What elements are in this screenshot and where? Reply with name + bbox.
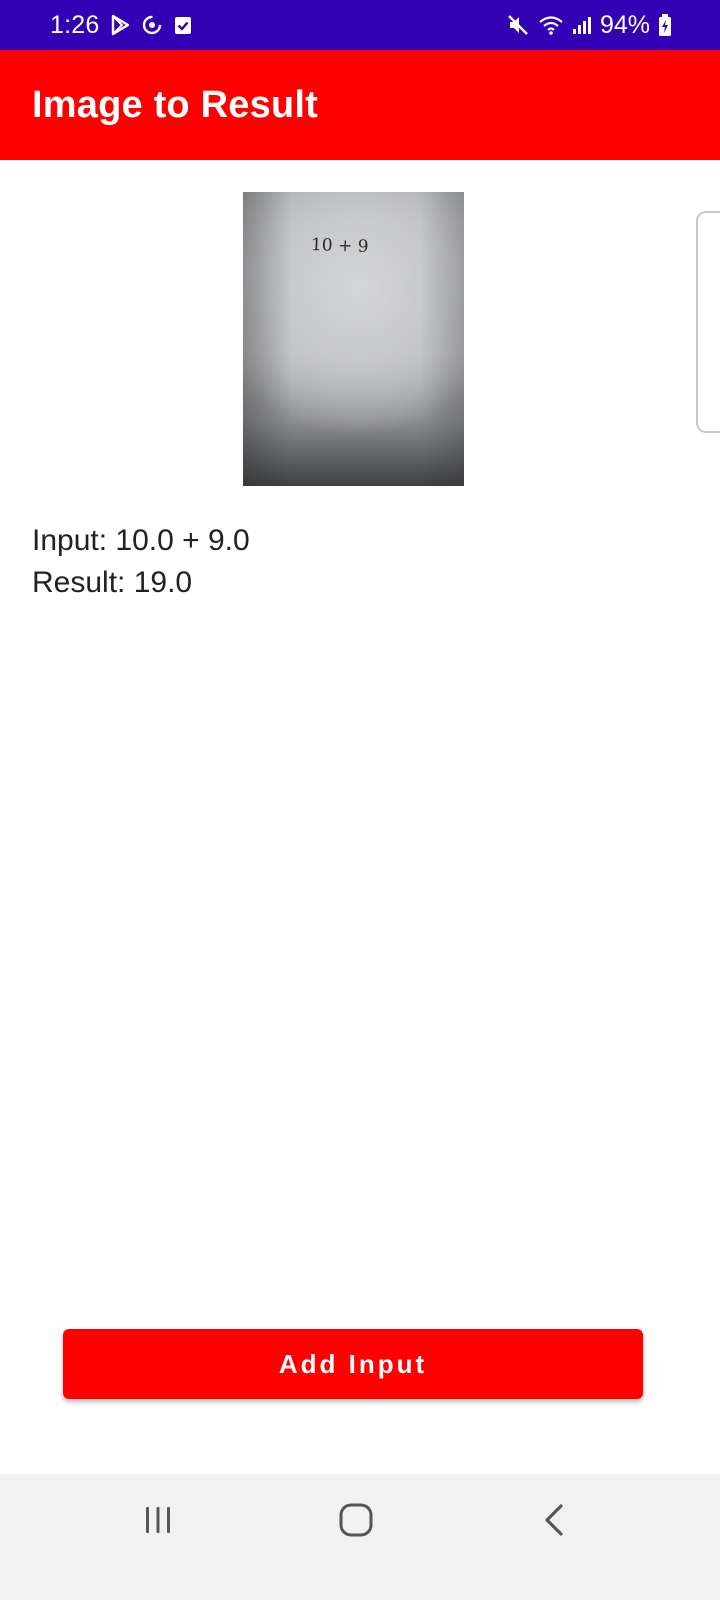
recents-button[interactable] (128, 1502, 188, 1542)
status-left: 1:26 (50, 0, 193, 50)
sync-icon (141, 14, 163, 36)
photo-handwritten-equation: 10 + 9 (310, 235, 369, 257)
home-icon (338, 1502, 374, 1543)
captured-photo: 10 + 9 (243, 192, 464, 486)
app-bar: Image to Result (0, 50, 720, 160)
play-store-icon (111, 14, 131, 36)
back-button[interactable] (524, 1502, 584, 1542)
app-screen: 1:26 94% Image to Result 10 + 9 Input: 1… (0, 0, 720, 1600)
home-button[interactable] (326, 1502, 386, 1542)
status-bar: 1:26 94% (0, 0, 720, 50)
result-block: Input: 10.0 + 9.0 Result: 19.0 (32, 520, 250, 604)
wifi-icon (538, 14, 564, 36)
battery-percent: 94% (599, 10, 650, 39)
status-right: 94% (506, 0, 672, 50)
task-check-icon (173, 14, 193, 36)
input-text: Input: 10.0 + 9.0 (32, 524, 250, 557)
result-text: Result: 19.0 (32, 566, 193, 599)
edge-panel-handle[interactable] (696, 211, 720, 433)
recents-icon (142, 1504, 174, 1541)
app-title: Image to Result (32, 84, 318, 126)
signal-icon (572, 14, 592, 36)
back-icon (542, 1503, 566, 1542)
add-input-button[interactable]: Add Input (63, 1329, 643, 1399)
mute-icon (506, 13, 530, 37)
battery-charging-icon (658, 13, 672, 37)
status-time: 1:26 (50, 10, 100, 39)
navigation-bar (0, 1474, 720, 1600)
